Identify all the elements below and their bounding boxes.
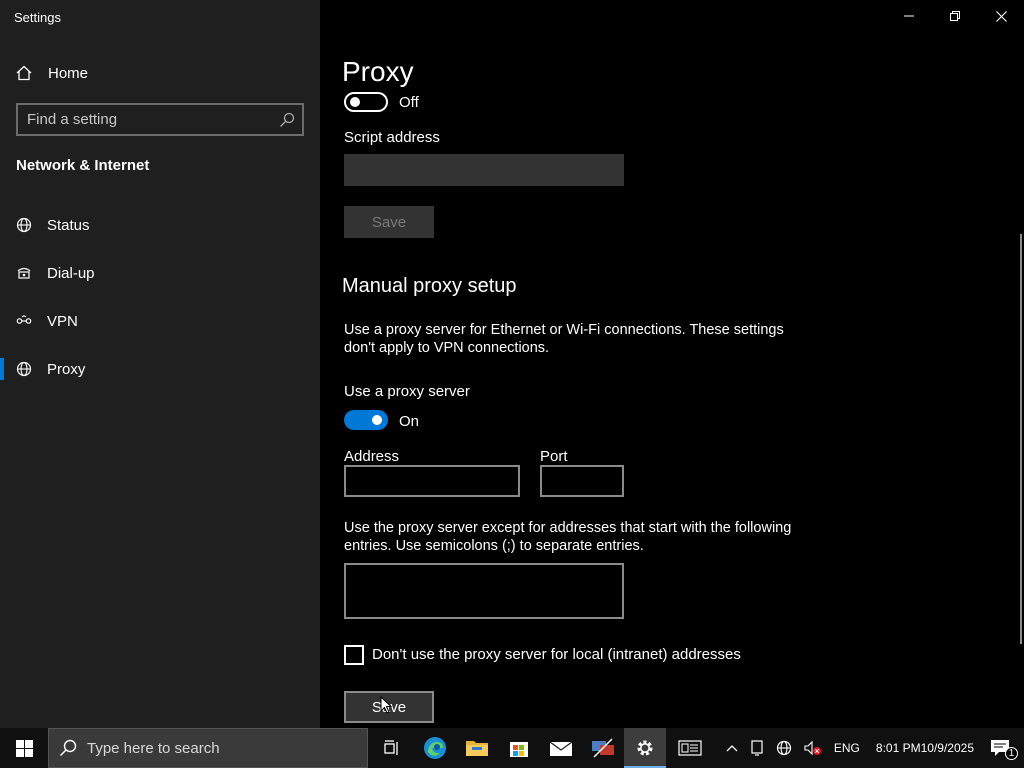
toggle-knob: [372, 415, 382, 425]
news-icon: [678, 740, 702, 756]
port-field[interactable]: [540, 465, 624, 497]
manual-proxy-heading: Manual proxy setup: [342, 275, 517, 297]
chevron-up-icon: [726, 745, 738, 752]
device-icon: [751, 740, 763, 756]
volume-tray-button[interactable]: [798, 728, 828, 768]
task-view-button[interactable]: [372, 728, 414, 768]
network-globe-icon: [776, 740, 791, 756]
search-icon: [60, 739, 77, 756]
mail-icon: [549, 741, 573, 756]
exceptions-textarea[interactable]: [346, 565, 622, 617]
local-addresses-label: Don't use the proxy server for local (in…: [372, 646, 741, 663]
clock-time: 8:01 PM: [875, 741, 921, 755]
exceptions-field[interactable]: [344, 563, 624, 619]
main-content: Proxy Off Script address Save Manual pro…: [320, 0, 1024, 728]
sidebar-item-label: VPN: [47, 312, 78, 330]
clock-date: 10/9/2025: [920, 741, 974, 755]
minimize-icon: [904, 15, 914, 17]
edge-icon: [424, 737, 446, 759]
minimize-button[interactable]: [886, 0, 932, 32]
section-title: Network & Internet: [16, 157, 150, 174]
restore-icon: [950, 11, 960, 21]
globe-status-icon: [16, 217, 32, 233]
use-proxy-label: Use a proxy server: [344, 383, 470, 400]
search-icon[interactable]: [279, 112, 295, 128]
vpn-icon: [16, 315, 32, 324]
script-address-input[interactable]: [344, 154, 624, 186]
taskbar-search-input[interactable]: [87, 739, 347, 757]
sidebar-item-proxy[interactable]: Proxy: [0, 347, 320, 391]
sidebar-item-label: Proxy: [47, 360, 86, 378]
auto-script-toggle[interactable]: [344, 92, 388, 112]
window-controls: [886, 0, 1024, 32]
news-button[interactable]: [672, 728, 720, 768]
store-icon: [510, 742, 528, 757]
edge-app-button[interactable]: [414, 728, 456, 768]
network-tool-app-button[interactable]: [582, 728, 624, 768]
settings-search-box[interactable]: [16, 103, 304, 136]
sidebar-item-dial-up[interactable]: Dial-up: [0, 251, 320, 295]
clock[interactable]: 8:01 PM 10/9/2025: [866, 728, 984, 768]
sidebar-item-status[interactable]: Status: [0, 203, 320, 247]
show-hidden-icons-button[interactable]: [720, 728, 744, 768]
use-proxy-toggle-state: On: [399, 413, 420, 430]
manual-proxy-description: Use a proxy server for Ethernet or Wi-Fi…: [344, 322, 784, 356]
script-address-field[interactable]: [344, 154, 624, 186]
find-setting-input[interactable]: [18, 105, 302, 134]
device-tray-button[interactable]: [744, 728, 770, 768]
page-title: Proxy: [342, 56, 414, 87]
notifications-button[interactable]: 1: [984, 728, 1024, 768]
toggle-knob: [350, 97, 360, 107]
address-input[interactable]: [346, 467, 518, 495]
sidebar: Settings Home Network & Internet Status …: [0, 0, 320, 728]
network-tool-icon: [592, 738, 614, 758]
file-explorer-app-button[interactable]: [456, 728, 498, 768]
dial-up-icon: [17, 267, 31, 279]
scrollbar[interactable]: [1020, 234, 1022, 644]
close-button[interactable]: [978, 0, 1024, 32]
settings-icon: [637, 740, 653, 756]
language-indicator[interactable]: ENG: [828, 728, 866, 768]
restore-button[interactable]: [932, 0, 978, 32]
address-field[interactable]: [344, 465, 520, 497]
start-button[interactable]: [0, 728, 48, 768]
home-icon: [16, 65, 32, 81]
port-label: Port: [540, 448, 568, 465]
taskbar: ENG 8:01 PM 10/9/2025 1: [0, 728, 1024, 768]
volume-muted-icon: [804, 740, 821, 756]
script-address-label: Script address: [344, 129, 440, 146]
address-label: Address: [344, 448, 400, 465]
system-tray: ENG 8:01 PM 10/9/2025 1: [672, 728, 1024, 768]
file-explorer-icon: [466, 741, 488, 756]
network-tray-button[interactable]: [770, 728, 798, 768]
home-nav-item[interactable]: Home: [16, 62, 88, 84]
port-input[interactable]: [542, 467, 622, 495]
close-icon: [995, 10, 1007, 22]
sidebar-item-label: Dial-up: [47, 264, 95, 282]
exceptions-description: Use the proxy server except for addresse…: [344, 520, 792, 554]
auto-script-toggle-state: Off: [399, 94, 419, 111]
taskbar-search[interactable]: [48, 728, 368, 768]
windows-logo-icon: [15, 739, 33, 757]
notification-count-badge: 1: [1005, 747, 1018, 760]
sidebar-item-vpn[interactable]: VPN: [0, 299, 320, 343]
globe-icon: [16, 361, 32, 377]
settings-app-button[interactable]: [624, 728, 666, 768]
task-view-icon: [384, 740, 398, 755]
store-app-button[interactable]: [498, 728, 540, 768]
sidebar-item-label: Status: [47, 216, 90, 234]
home-label: Home: [48, 64, 89, 82]
mouse-cursor-icon: [380, 696, 392, 714]
script-save-button[interactable]: Save: [344, 206, 434, 238]
app-title: Settings: [14, 10, 61, 25]
local-addresses-checkbox[interactable]: [344, 645, 364, 665]
mail-app-button[interactable]: [540, 728, 582, 768]
use-proxy-toggle[interactable]: [344, 410, 388, 430]
